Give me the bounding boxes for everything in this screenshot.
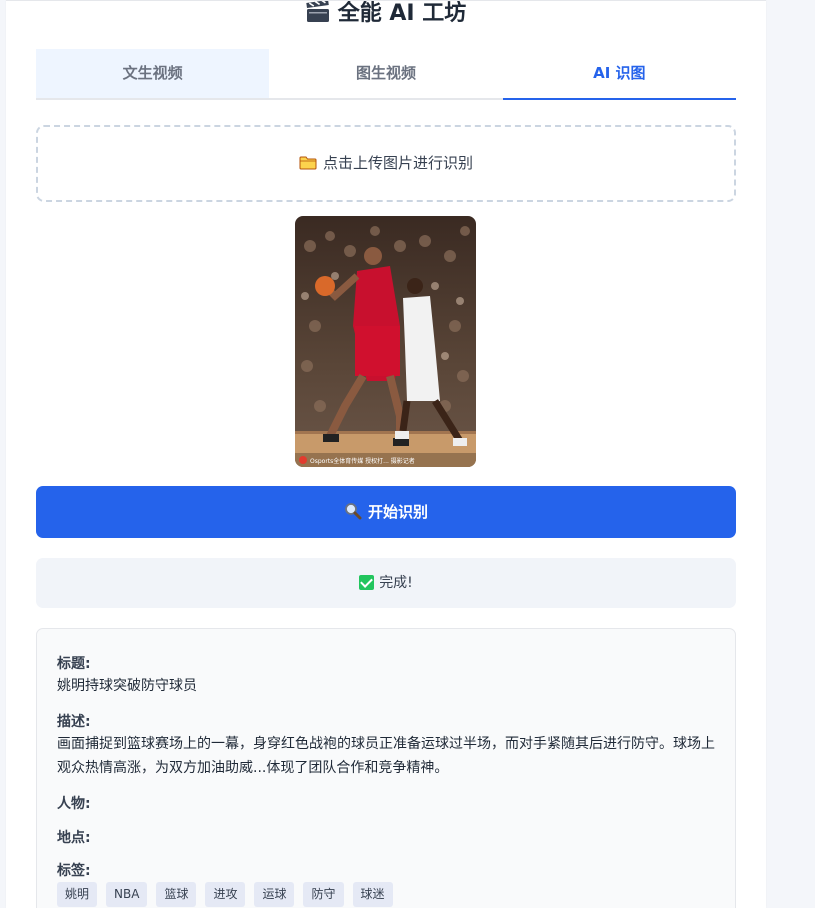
tag-chip: 防守 (303, 882, 344, 907)
folder-icon (299, 129, 317, 170)
tag-chip: 姚明 (57, 882, 98, 907)
status-bar: 完成! (36, 558, 736, 608)
image-watermark-text: Osports全体育传媒 授权打... 摄影记者 (310, 457, 415, 465)
result-title-label: 标题: (57, 656, 91, 672)
tag-chip: 球迷 (352, 882, 393, 907)
page: 全能 AI 工坊 文生视频 图生视频 AI 识图 点击上传图片进行识别 Ospo… (0, 0, 815, 908)
result-desc-value: 画面捕捉到篮球赛场上的一幕，身穿红色战袍的球员正准备运球过半场，而对手紧随其后进… (57, 736, 715, 776)
app-title-text: 全能 AI 工坊 (337, 1, 467, 26)
result-title-value: 姚明持球突破防守球员 (57, 678, 197, 694)
status-text: 完成! (379, 575, 413, 591)
upload-label: 点击上传图片进行识别 (322, 154, 473, 172)
recognition-result-panel: 标题: 姚明持球突破防守球员 描述: 画面捕捉到篮球赛场上的一幕，身穿红色战袍的… (36, 628, 736, 908)
tag-chip: 运球 (254, 882, 295, 907)
top-divider (6, 0, 766, 1)
result-tags-label: 标签: (57, 863, 91, 879)
tag-chip: 篮球 (156, 882, 197, 907)
main-card: 全能 AI 工坊 文生视频 图生视频 AI 识图 点击上传图片进行识别 Ospo… (6, 0, 766, 908)
tag-chip: 进攻 (205, 882, 246, 907)
image-upload-dropzone[interactable]: 点击上传图片进行识别 (36, 125, 736, 202)
tab-image-to-video[interactable]: 图生视频 (269, 49, 502, 98)
start-recognition-label: 开始识别 (367, 503, 428, 521)
tab-bar: 文生视频 图生视频 AI 识图 (36, 49, 737, 100)
uploaded-image-preview: Osports全体育传媒 授权打... 摄影记者 (295, 216, 476, 467)
clapperboard-icon (306, 0, 330, 23)
result-place-label: 地点: (57, 830, 91, 846)
check-icon (359, 575, 375, 590)
result-tag-list: 姚明 NBA 篮球 进攻 运球 防守 球迷 (57, 882, 393, 907)
tag-chip: NBA (106, 882, 148, 907)
tab-ai-image-recognition[interactable]: AI 识图 (502, 49, 737, 100)
result-desc-label: 描述: (57, 714, 91, 730)
app-title: 全能 AI 工坊 (6, 0, 766, 30)
magnifier-icon (344, 489, 362, 520)
start-recognition-button[interactable]: 开始识别 (36, 486, 736, 538)
result-people-label: 人物: (57, 796, 91, 812)
tab-text-to-video[interactable]: 文生视频 (36, 49, 270, 98)
